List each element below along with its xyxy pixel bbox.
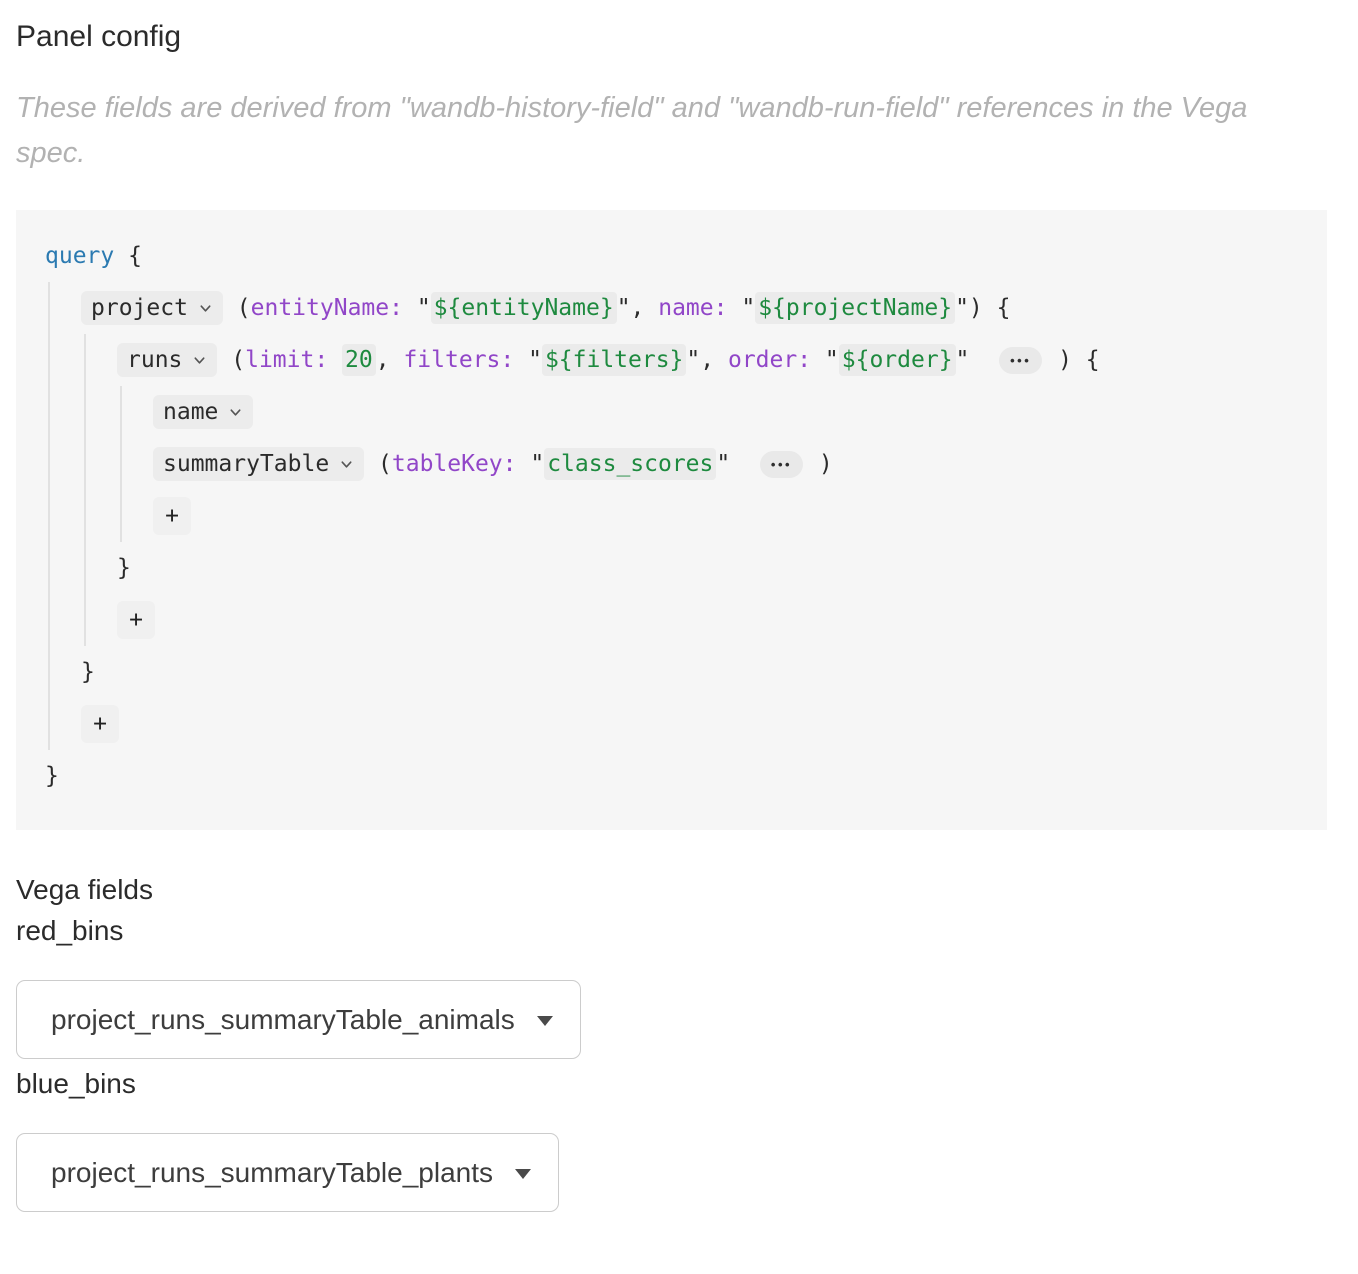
chevron-down-icon xyxy=(194,356,205,364)
panel-config-page: Panel config These fields are derived fr… xyxy=(0,0,1358,1212)
code-token-tpl: class_scores xyxy=(544,448,717,480)
caret-down-icon xyxy=(536,1016,553,1026)
panel-description: These fields are derived from "wandb-his… xyxy=(16,92,1248,169)
field-chip-label: runs xyxy=(127,347,183,373)
field-chip-name[interactable]: name xyxy=(153,395,254,429)
add-field-button[interactable]: + xyxy=(117,601,155,639)
code-token-kw: query xyxy=(45,243,115,269)
field-chip-label: project xyxy=(91,295,188,321)
code-token-pl: ") { xyxy=(955,295,1011,321)
chevron-down-icon xyxy=(200,304,211,312)
code-token-arg: tableKey: xyxy=(391,451,517,477)
more-args-button[interactable]: ••• xyxy=(999,346,1043,374)
red-bins-selected-value: project_runs_summaryTable_animals xyxy=(51,1003,515,1035)
code-line: summaryTable (tableKey: " class_scores " •… xyxy=(153,438,1307,490)
field-chip-label: name xyxy=(163,399,219,425)
field-label-blue-bins: blue_bins xyxy=(16,1068,136,1099)
field-label-red-bins: red_bins xyxy=(16,915,124,946)
red-bins-select[interactable]: project_runs_summaryTable_animals xyxy=(16,980,581,1059)
more-args-button[interactable]: ••• xyxy=(759,450,804,478)
add-field-button[interactable]: + xyxy=(81,705,119,743)
indent-guide-block: name summaryTable (tableKey: " class_score… xyxy=(120,386,1307,542)
field-chip-runs[interactable]: runs xyxy=(117,343,218,377)
code-token-pl: " xyxy=(516,451,545,477)
code-token-num: 20 xyxy=(342,344,376,376)
code-token-pl: " xyxy=(955,347,998,373)
vega-field-red-bins: red_bins project_runs_summaryTable_anima… xyxy=(16,915,1342,1059)
code-token-pl: ( xyxy=(222,295,251,321)
page-title: Panel config xyxy=(16,20,182,53)
code-token-pl: " xyxy=(727,295,756,321)
code-token-pl: , xyxy=(375,347,404,373)
field-chip-label: summaryTable xyxy=(163,451,330,477)
code-token-arg: filters: xyxy=(403,347,515,373)
closing-brace-line: } xyxy=(81,646,1307,698)
code-token-arg: order: xyxy=(727,347,812,373)
code-line: name xyxy=(153,386,1307,438)
code-token-pl: } xyxy=(45,763,59,789)
vega-field-blue-bins: blue_bins project_runs_summaryTable_plan… xyxy=(16,1068,1342,1212)
code-token-pl: " xyxy=(716,451,758,477)
add-field-button[interactable]: + xyxy=(153,497,191,535)
code-line: runs (limit: 20, filters: " ${filters} ", … xyxy=(117,334,1307,386)
chevron-down-icon xyxy=(341,460,352,468)
blue-bins-selected-value: project_runs_summaryTable_plants xyxy=(51,1156,493,1188)
add-field-row: + xyxy=(81,698,1307,750)
code-token-pl: ) xyxy=(805,451,833,477)
closing-brace-line: } xyxy=(117,542,1307,594)
code-line: query { xyxy=(45,230,1307,282)
blue-bins-select[interactable]: project_runs_summaryTable_plants xyxy=(16,1133,559,1212)
field-chip-summaryTable[interactable]: summaryTable xyxy=(153,447,365,481)
code-token-arg: entityName: xyxy=(250,295,403,321)
code-token-pl: ) { xyxy=(1044,347,1100,373)
code-token-pl: } xyxy=(117,555,131,581)
code-token-tpl: ${projectName} xyxy=(755,292,956,324)
closing-brace-line: } xyxy=(45,750,1307,802)
vega-fields-title: Vega fields xyxy=(16,874,153,905)
add-field-row: + xyxy=(117,594,1307,646)
code-line: project (entityName: " ${entityName} ", na… xyxy=(81,282,1307,334)
code-token-arg: name: xyxy=(658,295,728,321)
indent-guide-block: runs (limit: 20, filters: " ${filters} ", … xyxy=(84,334,1307,646)
code-token-pl: " xyxy=(514,347,542,373)
code-token-pl: } xyxy=(81,659,95,685)
code-token-tpl: ${filters} xyxy=(541,344,687,376)
chevron-down-icon xyxy=(230,408,241,416)
code-token-pl: " xyxy=(811,347,839,373)
code-token-tpl: ${order} xyxy=(838,344,956,376)
code-token-pl: ( xyxy=(217,347,246,373)
indent-guide-block: project (entityName: " ${entityName} ", na… xyxy=(48,282,1307,750)
code-token-pl: ", xyxy=(686,347,728,373)
add-field-row: + xyxy=(153,490,1307,542)
caret-down-icon xyxy=(515,1169,531,1179)
code-token-pl: " xyxy=(402,295,431,321)
code-token-pl: ( xyxy=(364,451,392,477)
code-token-pl: { xyxy=(114,243,142,269)
code-token-arg: limit: xyxy=(245,347,329,373)
field-chip-project[interactable]: project xyxy=(81,291,223,325)
query-editor: query {project (entityName: " ${entityNam… xyxy=(16,210,1327,830)
code-token-tpl: ${entityName} xyxy=(430,292,617,324)
code-token-pl: ", xyxy=(616,295,659,321)
